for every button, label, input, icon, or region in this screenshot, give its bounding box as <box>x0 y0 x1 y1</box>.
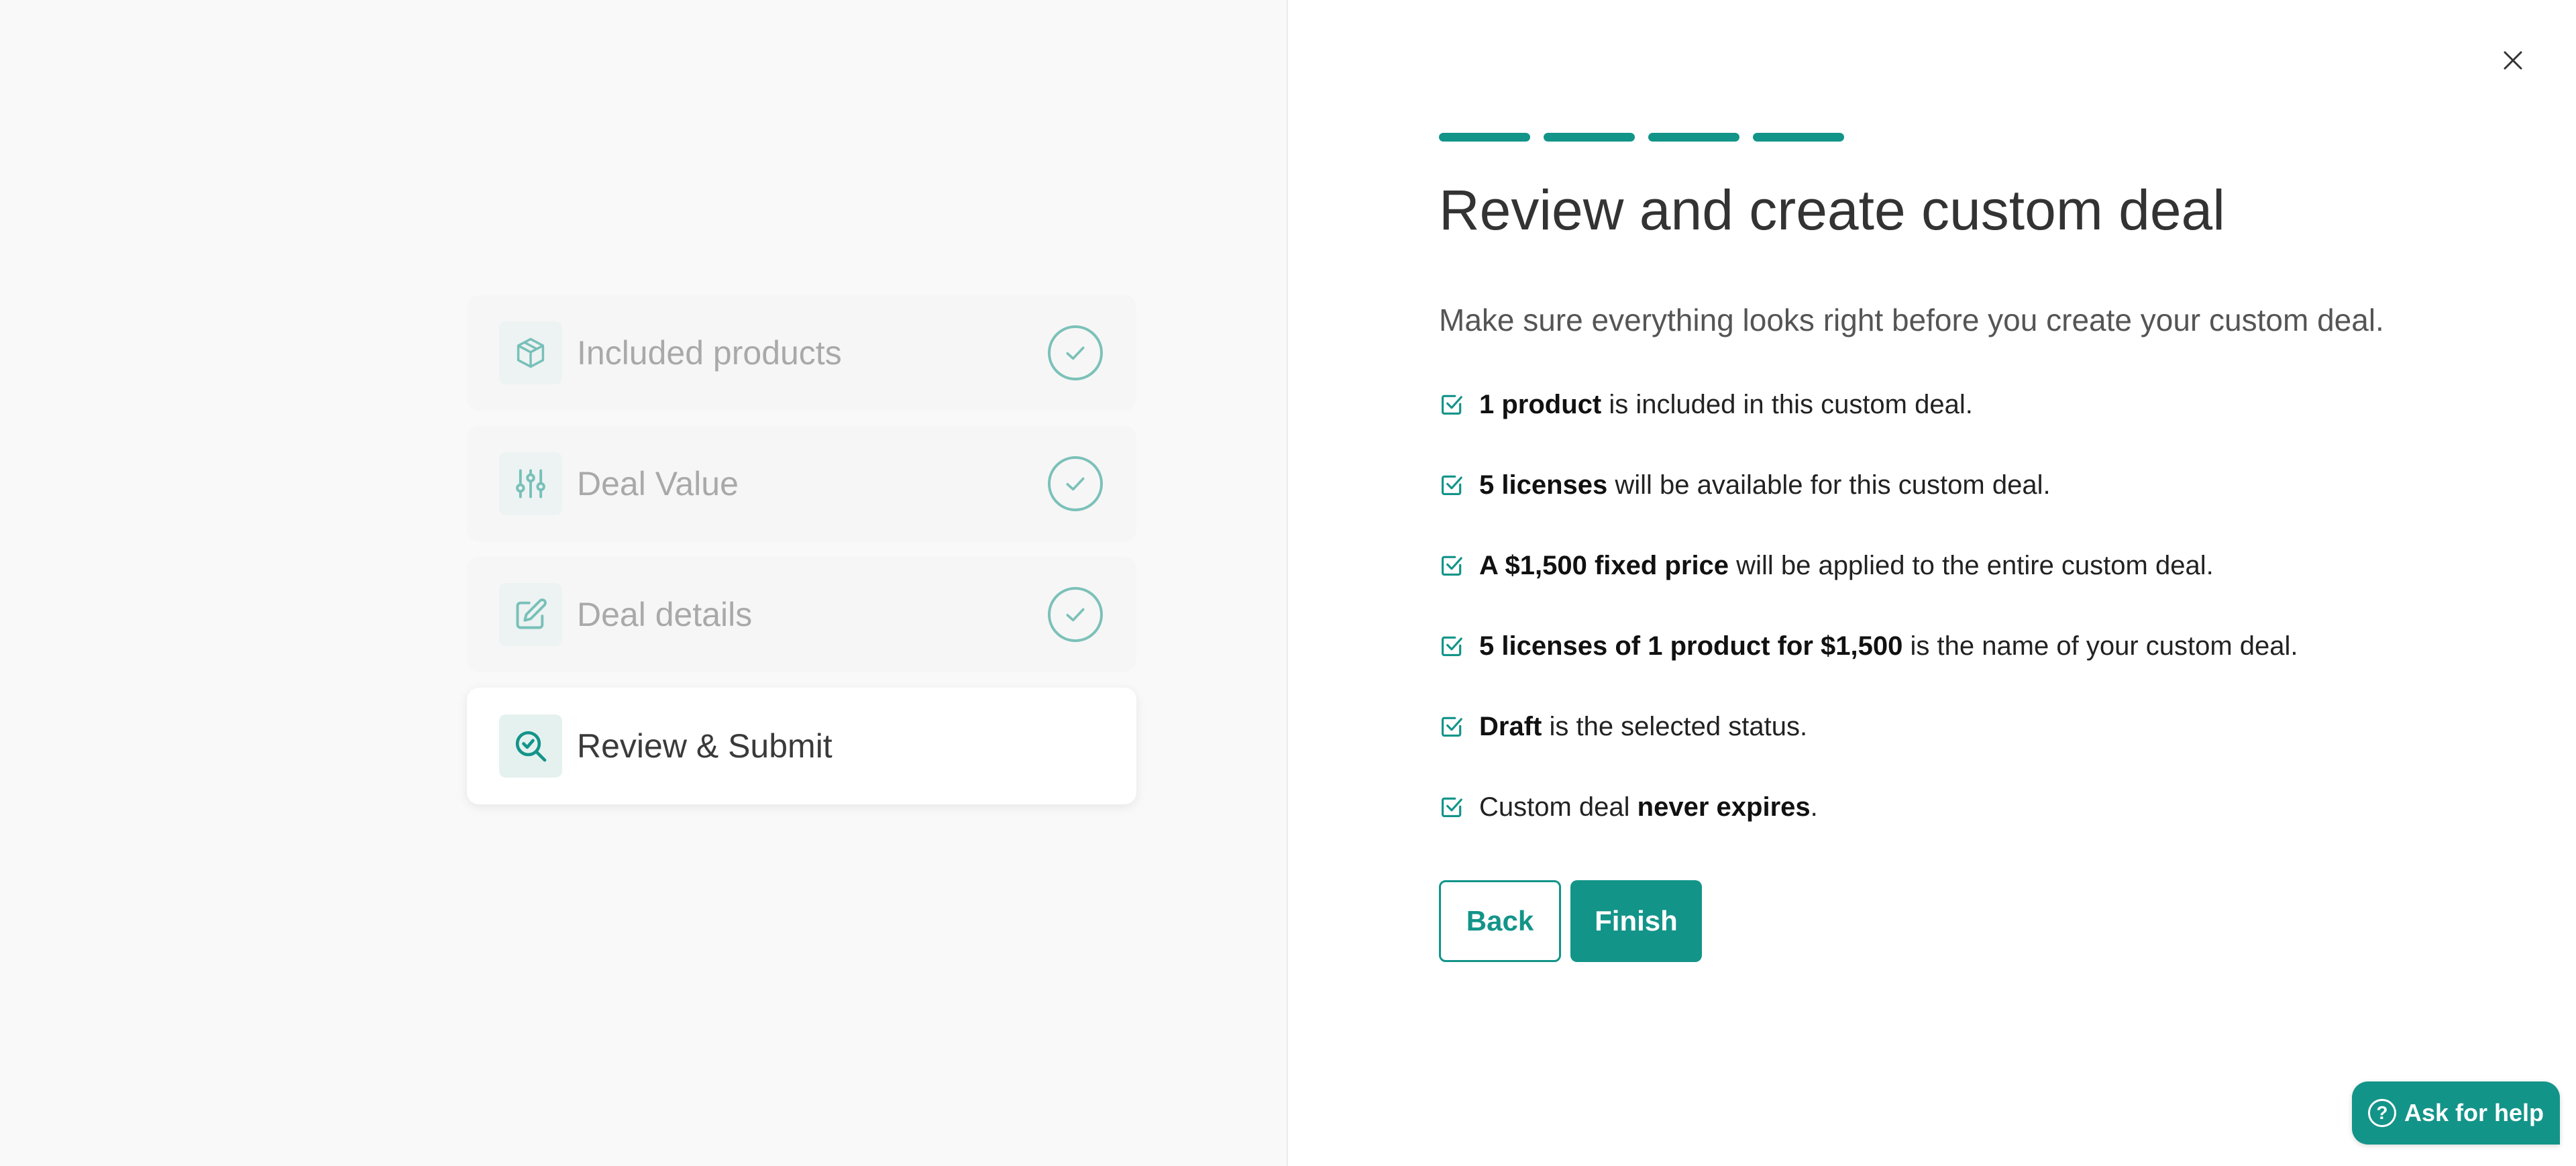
help-icon: ? <box>2367 1099 2396 1127</box>
progress-segment <box>1753 133 1844 142</box>
summary-item-expiry: Custom deal never expires. <box>1439 788 2298 826</box>
page-subtitle: Make sure everything looks right before … <box>1439 303 2384 337</box>
close-button[interactable] <box>2498 46 2528 75</box>
help-label: Ask for help <box>2404 1099 2544 1126</box>
progress-segment <box>1544 133 1635 142</box>
summary-item-price: A $1,500 fixed price will be applied to … <box>1439 547 2298 584</box>
package-icon <box>499 321 562 384</box>
step-label: Deal Value <box>577 465 739 502</box>
checkbox-checked-icon <box>1441 475 1462 496</box>
finish-button[interactable]: Finish <box>1570 880 1702 962</box>
step-list: Included products Deal Value Deal detail… <box>467 295 1136 820</box>
check-circle-icon <box>1048 456 1103 511</box>
check-circle-icon <box>1048 587 1103 642</box>
summary-item-licenses: 5 licenses will be available for this cu… <box>1439 466 2298 504</box>
progress-bar <box>1439 133 1844 142</box>
checkbox-checked-icon <box>1441 717 1462 737</box>
checkbox-checked-icon <box>1441 555 1462 576</box>
step-deal-details[interactable]: Deal details <box>467 557 1136 672</box>
summary-checklist: 1 product is included in this custom dea… <box>1439 386 2298 869</box>
summary-item-status: Draft is the selected status. <box>1439 708 2298 745</box>
step-deal-value[interactable]: Deal Value <box>467 426 1136 541</box>
wizard-actions: Back Finish <box>1439 880 1702 962</box>
step-label: Deal details <box>577 596 753 633</box>
close-icon <box>2504 51 2522 70</box>
step-included-products[interactable]: Included products <box>467 295 1136 411</box>
sliders-icon <box>499 452 562 515</box>
page-title: Review and create custom deal <box>1439 178 2225 242</box>
wizard-sidebar: Included products Deal Value Deal detail… <box>0 0 1288 1166</box>
checkbox-checked-icon <box>1441 394 1462 415</box>
checkbox-checked-icon <box>1441 797 1462 818</box>
step-label: Review & Submit <box>577 727 833 765</box>
search-check-icon <box>499 714 562 778</box>
progress-segment <box>1648 133 1739 142</box>
step-label: Included products <box>577 334 842 372</box>
checkbox-checked-icon <box>1441 636 1462 657</box>
progress-segment <box>1439 133 1530 142</box>
ask-for-help-button[interactable]: ? Ask for help <box>2352 1081 2560 1145</box>
back-button[interactable]: Back <box>1439 880 1561 962</box>
check-circle-icon <box>1048 325 1103 380</box>
edit-icon <box>499 583 562 646</box>
step-review-submit[interactable]: Review & Submit <box>467 688 1136 804</box>
summary-item-products: 1 product is included in this custom dea… <box>1439 386 2298 423</box>
summary-item-name: 5 licenses of 1 product for $1,500 is th… <box>1439 627 2298 665</box>
